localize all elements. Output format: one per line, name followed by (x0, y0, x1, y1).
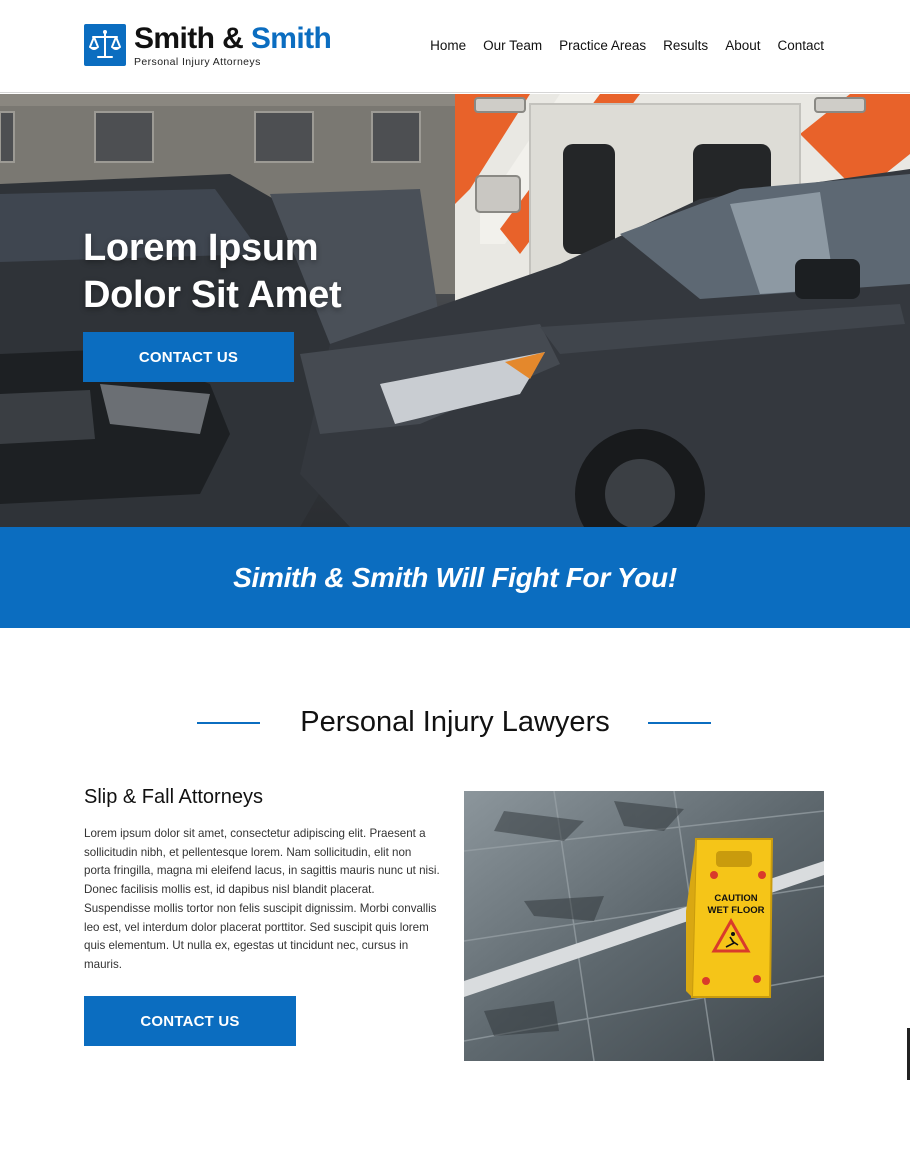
sign-caution-text: CAUTION (714, 893, 757, 904)
banner-text: Simith & Smith Will Fight For You! (233, 561, 677, 593)
brand-name-part1: Smith & (134, 22, 251, 55)
scales-of-justice-icon (84, 24, 126, 66)
site-header: Smith & Smith Personal Injury Attorneys … (0, 0, 910, 93)
sign-wet-floor-text: WET FLOOR (708, 905, 765, 916)
brand-logo[interactable]: Smith & Smith Personal Injury Attorneys (84, 22, 332, 70)
section-title: Personal Injury Lawyers (300, 706, 610, 738)
wet-floor-photo: CAUTION WET FLOOR (464, 791, 824, 1061)
brand-name-part2: Smith (250, 22, 332, 55)
heading-divider-right (648, 722, 711, 724)
hero-title-line1: Lorem Ipsum (83, 227, 319, 269)
nav-contact[interactable]: Contact (777, 38, 824, 53)
nav-results[interactable]: Results (663, 38, 708, 53)
nav-about[interactable]: About (725, 38, 760, 53)
hero-section: Lorem Ipsum Dolor Sit Amet CONTACT US (0, 94, 910, 527)
brand-name: Smith & Smith (134, 22, 332, 55)
tagline-banner: Simith & Smith Will Fight For You! (0, 527, 910, 628)
nav-our-team[interactable]: Our Team (483, 38, 542, 53)
nav-home[interactable]: Home (430, 38, 466, 53)
main-nav: Home Our Team Practice Areas Results Abo… (413, 38, 824, 53)
hero-contact-button[interactable]: CONTACT US (83, 332, 294, 382)
slip-fall-subtitle: Slip & Fall Attorneys (84, 786, 263, 808)
hero-title-line2: Dolor Sit Amet (83, 274, 342, 316)
brand-tagline: Personal Injury Attorneys (134, 56, 261, 68)
section-contact-button[interactable]: CONTACT US (84, 996, 296, 1046)
section-heading: Personal Injury Lawyers (0, 702, 910, 742)
nav-practice-areas[interactable]: Practice Areas (559, 38, 646, 53)
hero-title: Lorem Ipsum Dolor Sit Amet (83, 225, 342, 319)
slip-fall-body-text: Lorem ipsum dolor sit amet, consectetur … (84, 827, 440, 971)
